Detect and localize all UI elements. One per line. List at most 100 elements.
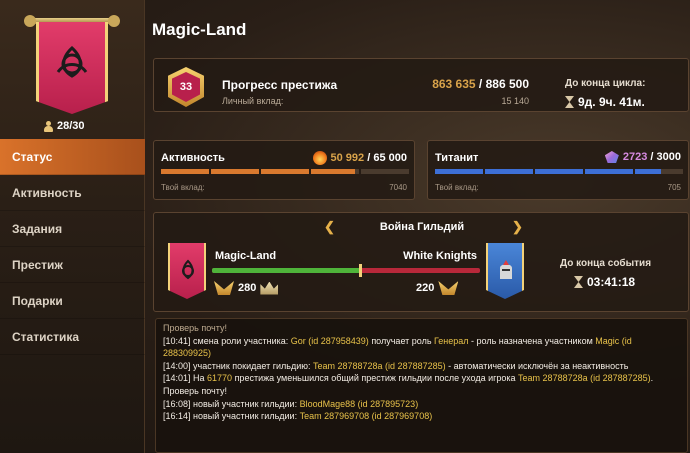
fire-icon — [312, 151, 327, 165]
titanite-contrib-value: 705 — [667, 183, 681, 192]
sidebar-item-gifts[interactable]: Подарки — [0, 283, 145, 319]
progress-segment-fill — [485, 169, 533, 174]
member-count: 28/30 — [44, 120, 85, 132]
titanite-contrib-label: Твой вклад: — [435, 183, 479, 192]
titanite-panel[interactable]: Титанит 2723 / 3000 Твой вклад: 705 — [427, 140, 689, 200]
progress-segment-fill — [435, 169, 483, 174]
wings-icon — [214, 281, 234, 295]
progress-segment — [161, 169, 209, 174]
activity-target: 65 000 — [373, 152, 407, 164]
log-highlight: BloodMage88 (id 287895723) — [299, 398, 419, 409]
chevron-right-icon[interactable]: ❯ — [512, 219, 523, 235]
log-text: [10:41] смена роли участника: — [163, 335, 291, 346]
event-timer: 03:41:18 — [574, 275, 635, 289]
progress-segment — [361, 169, 409, 174]
activity-panel[interactable]: Активность 50 992 / 65 000 Твой вклад: 7… — [153, 140, 415, 200]
prestige-contrib-label: Личный вклад: — [222, 96, 284, 106]
guild-banner — [22, 8, 122, 120]
hourglass-icon — [565, 96, 574, 108]
progress-segment-fill — [161, 169, 209, 174]
member-icon — [44, 120, 53, 132]
titanite-label: Титанит — [435, 152, 479, 164]
hourglass-icon — [574, 276, 583, 288]
prestige-panel: 33 Прогресс престижа Личный вклад: 863 6… — [153, 58, 689, 112]
crown-icon — [260, 281, 279, 295]
guild-event-log[interactable]: Проверь почту! [10:41] смена роли участни… — [155, 318, 688, 453]
cycle-label: До конца цикла: — [565, 78, 646, 89]
sidebar-item-status[interactable]: Статус — [0, 139, 145, 175]
titanite-gem-icon — [604, 151, 619, 163]
prestige-separator: / — [475, 77, 486, 91]
cycle-value: 9д. 9ч. 41м. — [578, 95, 645, 109]
prestige-contrib-value: 15 140 — [501, 96, 529, 106]
progress-segment — [635, 169, 683, 174]
progress-segment-fill — [311, 169, 356, 174]
log-entry: Проверь почту! — [163, 322, 680, 335]
team-b-score-value: 220 — [416, 282, 435, 294]
log-highlight: Team 28788728a (id 287887285) — [313, 360, 446, 371]
sidebar: 28/30 Статус Активность Задания Престиж … — [0, 0, 145, 453]
sidebar-item-prestige[interactable]: Престиж — [0, 247, 145, 283]
log-entry: [10:41] смена роли участника: Gor (id 28… — [163, 335, 680, 360]
cycle-timer: 9д. 9ч. 41м. — [565, 95, 645, 109]
event-value: 03:41:18 — [587, 275, 636, 289]
log-highlight: Gor (id 287958439) — [290, 335, 369, 346]
log-highlight: Team 287969708 (id 287969708) — [299, 411, 433, 422]
wings-icon — [438, 281, 459, 295]
team-a-score: 280 — [214, 281, 279, 295]
sidebar-item-tasks[interactable]: Задания — [0, 211, 145, 247]
log-entry: [14:01] На 61770 престижа уменьшился общ… — [163, 372, 680, 397]
log-text: [16:14] новый участник гильдии: — [163, 411, 300, 422]
log-text: - автоматически исключён за неактивность — [445, 360, 629, 371]
progress-segment-fill — [211, 169, 259, 174]
guild-emblem — [36, 22, 108, 114]
progress-segment — [585, 169, 633, 174]
log-text: получает роль — [368, 335, 435, 346]
activity-contrib-label: Твой вклад: — [161, 183, 205, 192]
sidebar-item-statistics[interactable]: Статистика — [0, 319, 145, 355]
knight-helmet-icon — [500, 260, 512, 279]
war-balance-fill — [212, 268, 363, 273]
log-highlight: Генерал — [434, 335, 469, 346]
progress-segment — [311, 169, 359, 174]
progress-segment — [211, 169, 259, 174]
sidebar-item-activity[interactable]: Активность — [0, 175, 145, 211]
progress-segment — [435, 169, 483, 174]
log-entry: [14:00] участник покидает гильдию: Team … — [163, 360, 680, 373]
prestige-label: Прогресс престижа — [222, 78, 338, 92]
titanite-progress: 2723 / 3000 — [604, 151, 681, 163]
member-count-value: 28/30 — [57, 120, 85, 132]
prestige-target: 886 500 — [485, 77, 529, 91]
team-a-name: Magic-Land — [215, 250, 277, 262]
progress-segment-fill — [535, 169, 583, 174]
celtic-knot-icon — [182, 259, 194, 280]
prestige-current: 863 635 — [432, 77, 476, 91]
sidebar-nav: Статус Активность Задания Престиж Подарк… — [0, 139, 145, 355]
team-b-banner — [486, 243, 524, 299]
log-text: Проверь почту! — [163, 323, 227, 333]
titanite-current: 2723 — [622, 151, 648, 163]
war-balance-marker — [359, 264, 362, 277]
prestige-medal-icon: 33 — [164, 65, 208, 109]
log-text: [14:01] На — [163, 373, 208, 384]
titanite-separator: / — [647, 151, 657, 163]
log-text: - роль назначена участником — [468, 335, 596, 346]
log-highlight: Team 28788728a (id 287887285) — [518, 373, 651, 384]
war-title: Война Гильдий — [379, 221, 465, 233]
team-b-score: 220 — [416, 281, 459, 295]
activity-progress: 50 992 / 65 000 — [312, 151, 407, 165]
log-entry: [16:08] новый участник гильдии: BloodMag… — [163, 398, 680, 411]
progress-segment — [485, 169, 533, 174]
log-entry: [16:14] новый участник гильдии: Team 287… — [163, 410, 680, 423]
team-a-score-value: 280 — [238, 282, 257, 294]
activity-contrib-value: 7040 — [389, 183, 407, 192]
prestige-progress: 863 635 / 886 500 — [429, 77, 529, 91]
log-highlight: 61770 — [207, 373, 233, 384]
log-text: [14:00] участник покидает гильдию: — [163, 360, 313, 371]
team-b-name: White Knights — [403, 250, 477, 262]
titanite-target: 3000 — [656, 151, 681, 163]
log-text: [16:08] новый участник гильдии: — [163, 398, 300, 409]
activity-bar — [161, 169, 409, 174]
progress-segment — [535, 169, 583, 174]
activity-current: 50 992 — [330, 152, 365, 164]
